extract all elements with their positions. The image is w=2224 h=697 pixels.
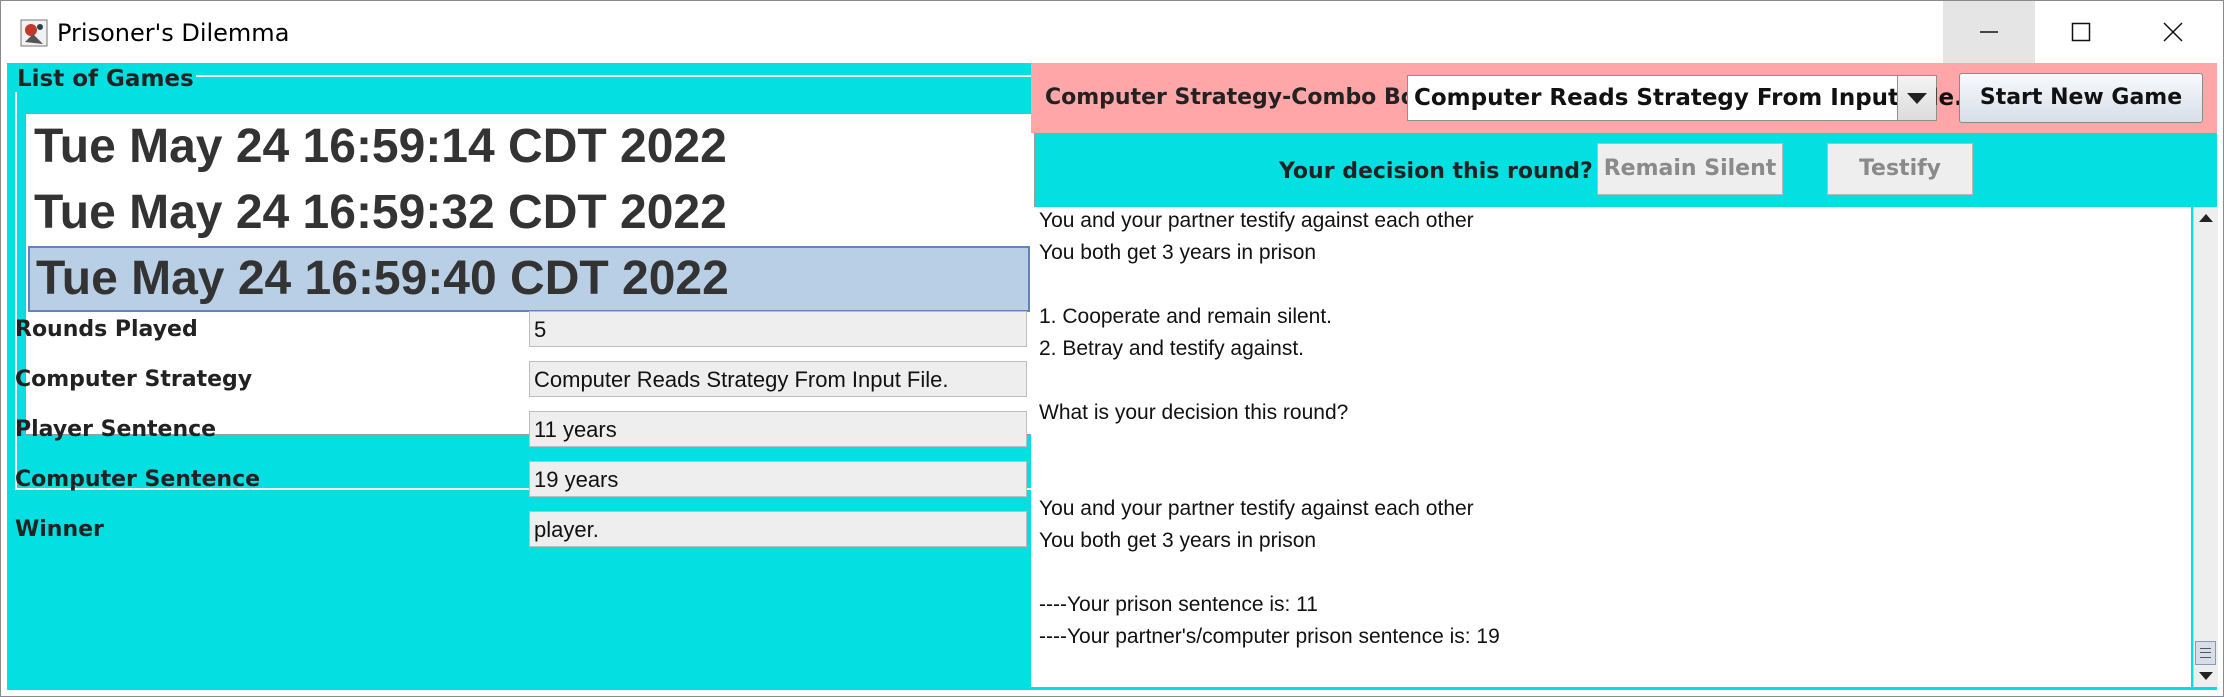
title-bar: Prisoner's Dilemma [1, 1, 2223, 63]
maximize-icon [2071, 22, 2091, 42]
computer-strategy-row: Computer Strategy Computer Reads Strateg… [15, 361, 1029, 399]
java-app-icon [19, 18, 49, 48]
minimize-icon [1980, 31, 1998, 33]
vertical-scrollbar[interactable] [2193, 207, 2218, 687]
strategy-combo-value: Computer Reads Strategy From Input File. [1414, 85, 1963, 111]
left-panel: Tue May 24 16:59:14 CDT 2022 Tue May 24 … [7, 63, 1035, 690]
winner-label: Winner [15, 517, 104, 542]
player-sentence-row: Player Sentence 11 years [15, 411, 1029, 449]
strategy-combo-box[interactable]: Computer Reads Strategy From Input File. [1407, 75, 1963, 121]
maximize-button[interactable] [2035, 1, 2127, 63]
game-list-item[interactable]: Tue May 24 16:59:32 CDT 2022 [28, 180, 1030, 246]
strategy-bar: Computer Strategy-Combo Box Computer Rea… [1031, 63, 2217, 133]
app-window: Prisoner's Dilemma Tue May 24 16:59:14 C… [0, 0, 2224, 697]
minimize-button[interactable] [1943, 1, 2035, 63]
games-group-title: List of Games [15, 66, 196, 92]
game-log-textarea[interactable]: You and your partner testify against eac… [1031, 207, 2191, 687]
log-line: 1. Cooperate and remain silent. [1039, 305, 1333, 328]
log-line: You and your partner testify against eac… [1039, 209, 1474, 232]
scroll-down-icon[interactable] [2194, 665, 2218, 687]
scroll-up-icon[interactable] [2194, 207, 2218, 229]
game-list-item[interactable]: Tue May 24 16:59:14 CDT 2022 [28, 114, 1030, 180]
computer-strategy-field[interactable]: Computer Reads Strategy From Input File. [529, 361, 1027, 397]
chevron-down-icon[interactable] [1897, 76, 1936, 120]
computer-sentence-field[interactable]: 19 years [529, 461, 1027, 497]
computer-strategy-label: Computer Strategy [15, 367, 253, 392]
scroll-thumb[interactable] [2195, 641, 2216, 665]
rounds-played-row: Rounds Played 5 [15, 311, 1029, 349]
log-line: You both get 3 years in prison [1039, 529, 1317, 552]
game-list-item-selected[interactable]: Tue May 24 16:59:40 CDT 2022 [28, 246, 1030, 312]
computer-sentence-label: Computer Sentence [15, 467, 261, 492]
player-sentence-label: Player Sentence [15, 417, 217, 442]
strategy-combo-label: Computer Strategy-Combo Box [1045, 85, 1431, 110]
rounds-played-label: Rounds Played [15, 317, 198, 342]
right-panel: Computer Strategy-Combo Box Computer Rea… [1031, 63, 2218, 690]
log-line: You and your partner testify against eac… [1039, 497, 1474, 520]
main-content: Tue May 24 16:59:14 CDT 2022 Tue May 24 … [7, 63, 2218, 690]
winner-field[interactable]: player. [529, 511, 1027, 547]
log-line: 2. Betray and testify against. [1039, 337, 1304, 360]
decision-prompt: Your decision this round? [1279, 159, 1593, 184]
testify-button[interactable]: Testify [1827, 143, 1973, 195]
log-line: You both get 3 years in prison [1039, 241, 1317, 264]
window-title: Prisoner's Dilemma [57, 19, 290, 47]
log-line: ----Your partner's/computer prison sente… [1039, 625, 1500, 648]
computer-sentence-row: Computer Sentence 19 years [15, 461, 1029, 499]
log-line: What is your decision this round? [1039, 401, 1349, 424]
winner-row: Winner player. [15, 511, 1029, 549]
remain-silent-button[interactable]: Remain Silent [1597, 143, 1783, 195]
start-new-game-button[interactable]: Start New Game [1959, 73, 2203, 123]
close-icon [2163, 22, 2183, 42]
log-line: ----Your prison sentence is: 11 [1039, 593, 1318, 616]
rounds-played-field[interactable]: 5 [529, 311, 1027, 347]
player-sentence-field[interactable]: 11 years [529, 411, 1027, 447]
close-button[interactable] [2127, 1, 2219, 63]
